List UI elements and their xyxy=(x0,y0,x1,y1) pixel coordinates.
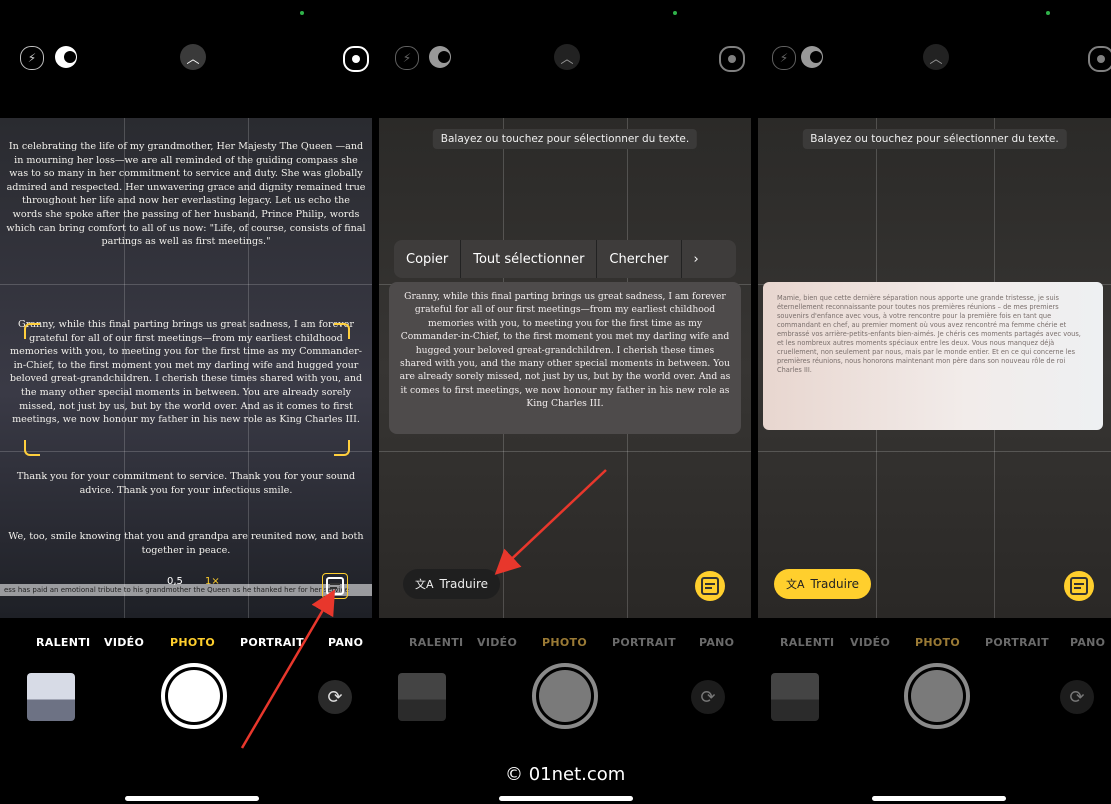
select-all-menu-item[interactable]: Tout sélectionner xyxy=(461,252,596,267)
live-photo-icon[interactable] xyxy=(719,46,745,72)
watermark: © 01net.com xyxy=(505,764,626,785)
mode-selector: RALENTI VIDÉO PHOTO PORTRAIT PANO xyxy=(0,636,372,656)
flip-camera-icon[interactable]: ⟳ xyxy=(318,680,352,714)
viewfinder[interactable]: Balayez ou touchez pour sélectionner du … xyxy=(758,118,1111,618)
live-text-icon xyxy=(1070,577,1088,595)
live-text-icon xyxy=(701,577,719,595)
camera-panel-translated: ⚡ ︿ Balayez ou touchez pour sélectionner… xyxy=(758,0,1111,804)
translated-text: Mamie, bien que cette dernière séparatio… xyxy=(777,294,1081,374)
document-paragraph-detected: Granny, while this final parting brings … xyxy=(9,319,363,426)
mode-pano[interactable]: PANO xyxy=(328,636,363,649)
mode-photo[interactable]: PHOTO xyxy=(915,636,960,649)
translate-button-active[interactable]: 文A Traduire xyxy=(774,569,871,599)
swipe-hint-toast: Balayez ou touchez pour sélectionner du … xyxy=(432,129,698,149)
translated-text-card[interactable]: Mamie, bien que cette dernière séparatio… xyxy=(763,282,1103,430)
selected-text-card[interactable]: Granny, while this final parting brings … xyxy=(389,282,741,434)
live-text-scan-button[interactable] xyxy=(322,573,348,599)
more-menu-chevron-icon[interactable]: › xyxy=(682,252,711,267)
live-text-scan-button[interactable] xyxy=(695,571,725,601)
last-photo-thumbnail[interactable] xyxy=(771,673,819,721)
mode-photo[interactable]: PHOTO xyxy=(170,636,215,649)
mode-video[interactable]: VIDÉO xyxy=(104,636,144,649)
flash-off-icon[interactable]: ⚡ xyxy=(395,46,419,70)
translate-label: Traduire xyxy=(439,577,488,591)
mode-portrait[interactable]: PORTRAIT xyxy=(240,636,304,649)
night-mode-icon[interactable] xyxy=(801,46,823,68)
viewfinder[interactable]: Balayez ou touchez pour sélectionner du … xyxy=(379,118,751,618)
translate-icon: 文A xyxy=(415,578,434,591)
mode-video[interactable]: VIDÉO xyxy=(850,636,890,649)
last-photo-thumbnail[interactable] xyxy=(398,673,446,721)
live-photo-icon[interactable] xyxy=(343,46,369,72)
flip-camera-icon[interactable]: ⟳ xyxy=(1060,680,1094,714)
flash-off-icon[interactable]: ⚡ xyxy=(772,46,796,70)
live-photo-icon[interactable] xyxy=(1088,46,1111,72)
translate-label: Traduire xyxy=(810,577,859,591)
last-photo-thumbnail[interactable] xyxy=(27,673,75,721)
swipe-hint-toast: Balayez ou touchez pour sélectionner du … xyxy=(802,129,1067,149)
viewfinder[interactable]: In celebrating the life of my grandmothe… xyxy=(0,118,372,618)
mode-pano[interactable]: PANO xyxy=(1070,636,1105,649)
text-detection-bracket xyxy=(334,323,350,339)
chevron-up-icon[interactable]: ︿ xyxy=(180,44,206,70)
live-text-icon xyxy=(326,577,344,595)
text-detection-bracket xyxy=(24,323,40,339)
text-detection-bracket xyxy=(334,440,350,456)
camera-indicator-dot xyxy=(300,11,304,15)
mode-ralenti[interactable]: RALENTI xyxy=(36,636,90,649)
night-mode-icon[interactable] xyxy=(55,46,77,68)
mode-video[interactable]: VIDÉO xyxy=(477,636,517,649)
mode-portrait[interactable]: PORTRAIT xyxy=(612,636,676,649)
text-detection-bracket xyxy=(24,440,40,456)
zoom-0-5-button[interactable]: 0,5 xyxy=(167,576,183,587)
camera-panel-live-text-detect: ⚡ ︿ In celebrating the life of my grandm… xyxy=(0,0,372,804)
document-paragraph: Thank you for your commitment to service… xyxy=(16,471,356,496)
chevron-up-icon[interactable]: ︿ xyxy=(554,44,580,70)
shutter-button[interactable] xyxy=(532,663,598,729)
translate-button[interactable]: 文A Traduire xyxy=(403,569,500,599)
document-paragraph: In celebrating the life of my grandmothe… xyxy=(6,141,366,248)
live-text-scan-button[interactable] xyxy=(1064,571,1094,601)
document-paragraph: We, too, smile knowing that you and gran… xyxy=(8,531,364,556)
shutter-button[interactable] xyxy=(904,663,970,729)
zoom-1x-button[interactable]: 1× xyxy=(205,576,220,587)
mode-selector: RALENTI VIDÉO PHOTO PORTRAIT PANO xyxy=(379,636,751,656)
text-context-menu: Copier Tout sélectionner Chercher › xyxy=(394,240,736,278)
selected-text: Granny, while this final parting brings … xyxy=(399,291,731,410)
camera-indicator-dot xyxy=(1046,11,1050,15)
lookup-menu-item[interactable]: Chercher xyxy=(597,252,680,267)
flash-off-icon[interactable]: ⚡ xyxy=(20,46,44,70)
camera-panel-text-selected: ⚡ ︿ Balayez ou touchez pour sélectionner… xyxy=(379,0,751,804)
home-indicator xyxy=(872,796,1006,801)
flip-camera-icon[interactable]: ⟳ xyxy=(691,680,725,714)
home-indicator xyxy=(499,796,633,801)
mode-portrait[interactable]: PORTRAIT xyxy=(985,636,1049,649)
mode-pano[interactable]: PANO xyxy=(699,636,734,649)
chevron-up-icon[interactable]: ︿ xyxy=(923,44,949,70)
night-mode-icon[interactable] xyxy=(429,46,451,68)
mode-ralenti[interactable]: RALENTI xyxy=(409,636,463,649)
news-ticker: ess has paid an emotional tribute to his… xyxy=(0,584,372,596)
copy-menu-item[interactable]: Copier xyxy=(394,252,460,267)
home-indicator xyxy=(125,796,259,801)
shutter-button[interactable] xyxy=(161,663,227,729)
mode-photo[interactable]: PHOTO xyxy=(542,636,587,649)
camera-indicator-dot xyxy=(673,11,677,15)
mode-ralenti[interactable]: RALENTI xyxy=(780,636,834,649)
mode-selector: RALENTI VIDÉO PHOTO PORTRAIT PANO xyxy=(758,636,1111,656)
translate-icon: 文A xyxy=(786,578,805,591)
